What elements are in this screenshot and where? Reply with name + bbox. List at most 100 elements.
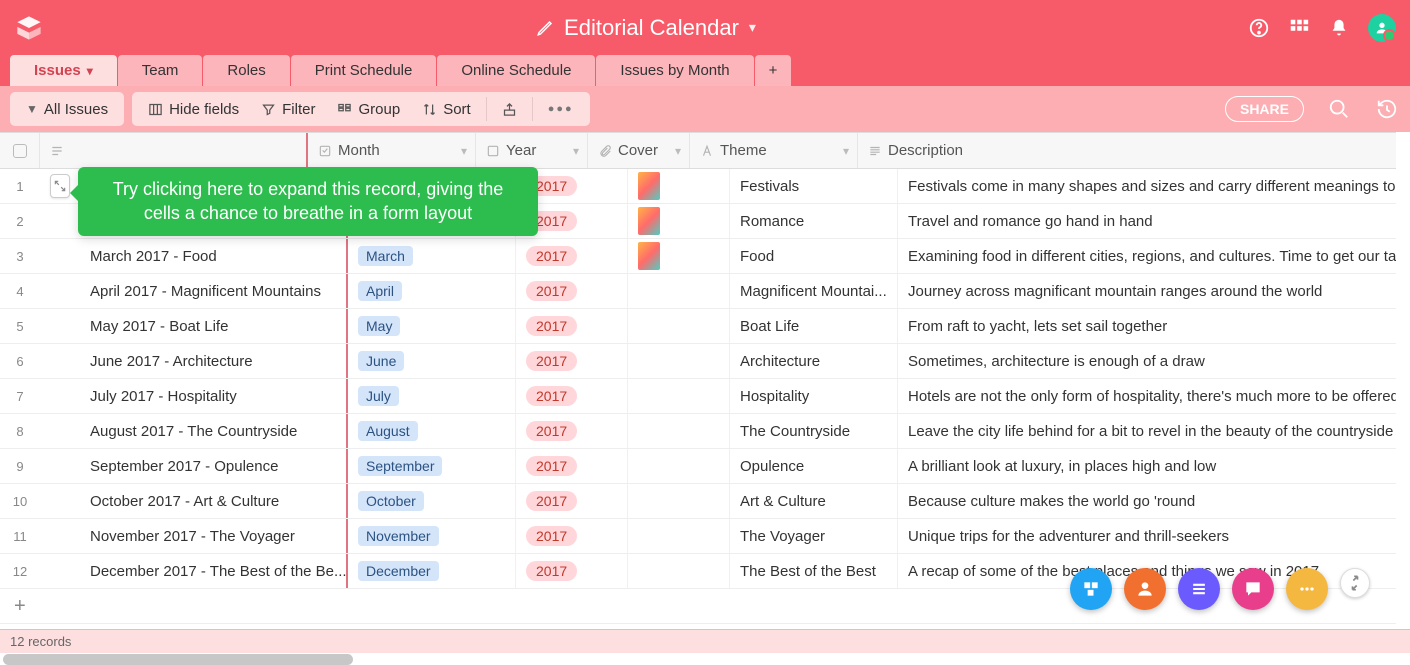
cell-theme[interactable]: The Best of the Best [730, 554, 898, 588]
cell-year[interactable]: 2017 [516, 519, 628, 553]
cell-name[interactable]: December 2017 - The Best of the Be... [80, 554, 348, 588]
cell-month[interactable]: November [348, 519, 516, 553]
cell-cover[interactable] [628, 484, 730, 518]
tab-print-schedule[interactable]: Print Schedule [291, 55, 437, 86]
cell-year[interactable]: 2017 [516, 484, 628, 518]
table-row[interactable]: 7July 2017 - HospitalityJuly2017Hospital… [0, 379, 1396, 414]
column-header-month[interactable]: Month ▾ [308, 133, 476, 168]
cell-year[interactable]: 2017 [516, 344, 628, 378]
cell-theme[interactable]: Food [730, 239, 898, 273]
cell-year[interactable]: 2017 [516, 379, 628, 413]
tab-issues-by-month[interactable]: Issues by Month [596, 55, 753, 86]
cell-theme[interactable]: Hospitality [730, 379, 898, 413]
share-button[interactable]: SHARE [1225, 96, 1304, 122]
cell-year[interactable]: 2017 [516, 554, 628, 588]
cell-description[interactable]: A brilliant look at luxury, in places hi… [898, 449, 1396, 483]
cell-name[interactable]: October 2017 - Art & Culture [80, 484, 348, 518]
cell-cover[interactable] [628, 204, 730, 238]
table-row[interactable]: 4April 2017 - Magnificent MountainsApril… [0, 274, 1396, 309]
cell-cover[interactable] [628, 344, 730, 378]
tab-team[interactable]: Team [118, 55, 203, 86]
cell-name[interactable]: May 2017 - Boat Life [80, 309, 348, 343]
cell-name[interactable]: July 2017 - Hospitality [80, 379, 348, 413]
cell-description[interactable]: Because culture makes the world go 'roun… [898, 484, 1396, 518]
hide-fields-button[interactable]: Hide fields [138, 95, 249, 124]
cell-month[interactable]: July [348, 379, 516, 413]
cell-description[interactable]: Unique trips for the adventurer and thri… [898, 519, 1396, 553]
cell-theme[interactable]: Festivals [730, 169, 898, 203]
table-row[interactable]: 8August 2017 - The CountrysideAugust2017… [0, 414, 1396, 449]
column-header-theme[interactable]: Theme ▾ [690, 133, 858, 168]
cell-year[interactable]: 2017 [516, 414, 628, 448]
cell-cover[interactable] [628, 169, 730, 203]
cell-description[interactable]: Sometimes, architecture is enough of a d… [898, 344, 1396, 378]
view-switcher[interactable]: ▼ All Issues [16, 95, 118, 124]
cell-description[interactable]: Travel and romance go hand in hand [898, 204, 1396, 238]
cell-theme[interactable]: Romance [730, 204, 898, 238]
cell-month[interactable]: October [348, 484, 516, 518]
tab-online-schedule[interactable]: Online Schedule [437, 55, 595, 86]
table-row[interactable]: 10October 2017 - Art & CultureOctober201… [0, 484, 1396, 519]
cell-theme[interactable]: Opulence [730, 449, 898, 483]
cell-description[interactable]: Examining food in different cities, regi… [898, 239, 1396, 273]
avatar[interactable] [1368, 14, 1396, 42]
more-options-button[interactable]: ●●● [538, 97, 584, 121]
cell-theme[interactable]: Art & Culture [730, 484, 898, 518]
row-expand[interactable] [40, 519, 80, 553]
row-expand[interactable] [40, 274, 80, 308]
apps-icon[interactable] [1288, 17, 1310, 39]
table-row[interactable]: 3March 2017 - FoodMarch2017FoodExamining… [0, 239, 1396, 274]
expand-record-button[interactable] [50, 174, 70, 198]
sort-button[interactable]: Sort [412, 95, 481, 124]
cell-year[interactable]: 2017 [516, 239, 628, 273]
cell-name[interactable]: June 2017 - Architecture [80, 344, 348, 378]
cell-year[interactable]: 2017 [516, 309, 628, 343]
cell-name[interactable]: April 2017 - Magnificent Mountains [80, 274, 348, 308]
cell-month[interactable]: May [348, 309, 516, 343]
fab-collapse[interactable] [1340, 568, 1370, 598]
add-tab-button[interactable]: + [755, 55, 792, 86]
attachment-thumb[interactable] [638, 242, 660, 270]
cell-theme[interactable]: The Voyager [730, 519, 898, 553]
fab-user[interactable] [1124, 568, 1166, 610]
cell-theme[interactable]: Boat Life [730, 309, 898, 343]
cell-cover[interactable] [628, 519, 730, 553]
cell-cover[interactable] [628, 554, 730, 588]
search-icon[interactable] [1326, 96, 1352, 122]
filter-button[interactable]: Filter [251, 95, 325, 124]
cell-cover[interactable] [628, 449, 730, 483]
cell-cover[interactable] [628, 309, 730, 343]
row-expand[interactable] [40, 554, 80, 588]
cell-month[interactable]: December [348, 554, 516, 588]
cell-cover[interactable] [628, 414, 730, 448]
cell-description[interactable]: Hotels are not the only form of hospital… [898, 379, 1396, 413]
cell-description[interactable]: Leave the city life behind for a bit to … [898, 414, 1396, 448]
help-icon[interactable] [1248, 17, 1270, 39]
cell-name[interactable]: August 2017 - The Countryside [80, 414, 348, 448]
cell-month[interactable]: June [348, 344, 516, 378]
base-title[interactable]: Editorial Calendar ▾ [44, 15, 1248, 41]
row-expand[interactable] [40, 204, 80, 238]
cell-theme[interactable]: The Countryside [730, 414, 898, 448]
row-expand[interactable] [40, 309, 80, 343]
cell-cover[interactable] [628, 274, 730, 308]
row-expand[interactable] [40, 239, 80, 273]
column-header-cover[interactable]: Cover ▾ [588, 133, 690, 168]
row-expand[interactable] [40, 379, 80, 413]
cell-cover[interactable] [628, 239, 730, 273]
horizontal-scrollbar[interactable] [3, 654, 353, 665]
cell-name[interactable]: March 2017 - Food [80, 239, 348, 273]
row-expand[interactable] [40, 414, 80, 448]
fab-list[interactable] [1178, 568, 1220, 610]
column-header-name[interactable]: Issue Name [40, 133, 308, 168]
cell-theme[interactable]: Architecture [730, 344, 898, 378]
row-expand[interactable] [40, 484, 80, 518]
cell-month[interactable]: April [348, 274, 516, 308]
share-view-icon[interactable] [492, 96, 527, 123]
cell-name[interactable]: November 2017 - The Voyager [80, 519, 348, 553]
table-row[interactable]: 9September 2017 - OpulenceSeptember2017O… [0, 449, 1396, 484]
tab-roles[interactable]: Roles [203, 55, 289, 86]
attachment-thumb[interactable] [638, 207, 660, 235]
fab-blocks[interactable] [1070, 568, 1112, 610]
bell-icon[interactable] [1328, 17, 1350, 39]
